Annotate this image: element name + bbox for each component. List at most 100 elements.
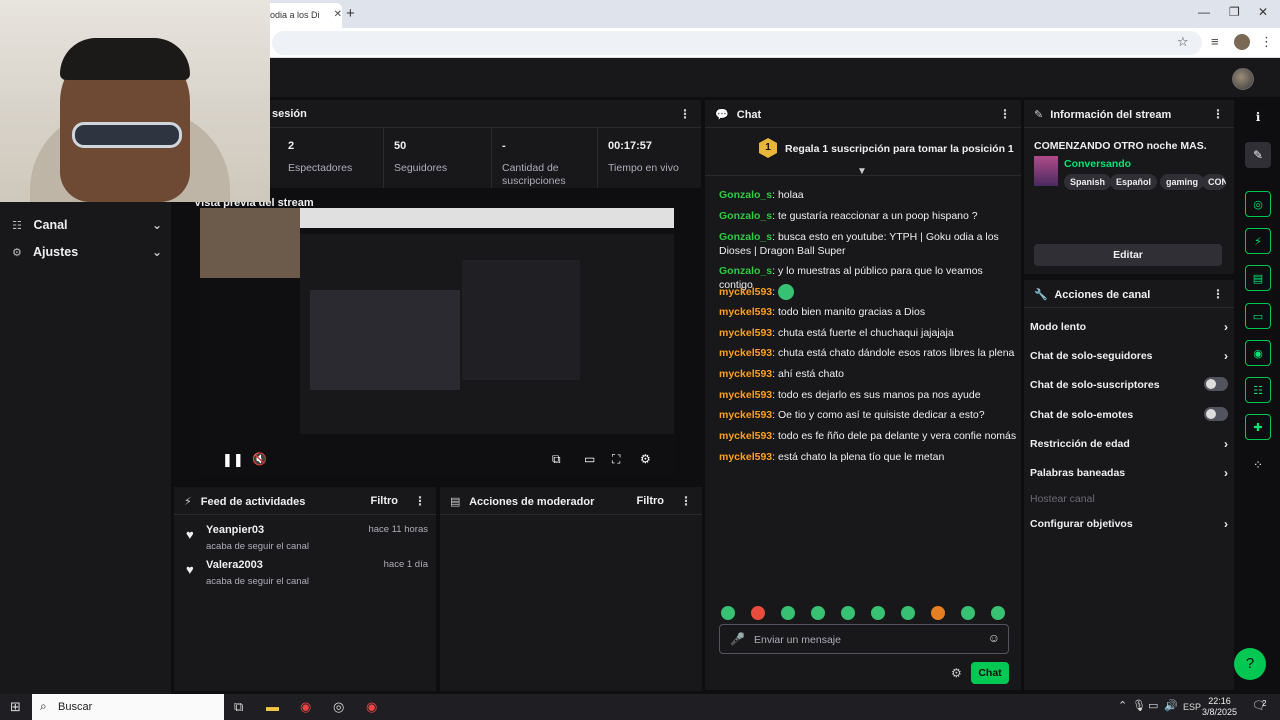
minimize-button[interactable]: — [1198, 5, 1210, 19]
chat-username[interactable]: Gonzalo_s [719, 265, 772, 277]
channel-actions-header: 🔧 Acciones de canal ⋮ [1024, 280, 1234, 308]
chat-username[interactable]: myckel593 [719, 327, 772, 339]
pencil-icon[interactable]: ✎ [1245, 142, 1271, 168]
document-icon[interactable]: ▤ [1245, 265, 1271, 291]
emote-icon[interactable] [781, 606, 795, 620]
stream-preview-video[interactable]: ❚❚ 🔇 ⧉ ▭ ⛶ ⚙ [200, 208, 674, 475]
fullscreen-icon[interactable]: ⛶ [612, 452, 620, 467]
slow-mode-item[interactable]: Modo lento › [1030, 320, 1228, 339]
more-options-icon[interactable]: ⋮ [999, 107, 1011, 121]
chat-settings-icon[interactable]: ⚙ [951, 666, 962, 680]
emote-icon[interactable] [931, 606, 945, 620]
chat-username[interactable]: myckel593 [719, 409, 772, 421]
emote-icon[interactable] [961, 606, 975, 620]
emote-icon[interactable] [991, 606, 1005, 620]
emote-icon[interactable] [721, 606, 735, 620]
send-chat-button[interactable]: Chat [971, 662, 1009, 684]
broadcast-icon[interactable]: ◉ [1245, 340, 1271, 366]
taskbar-search[interactable]: ⌕ Buscar [32, 694, 224, 720]
stream-tag[interactable]: Spanish [1064, 174, 1112, 190]
windows-start-icon[interactable]: ⊞ [10, 699, 21, 715]
chat-username[interactable]: myckel593 [719, 430, 772, 442]
url-field[interactable] [272, 31, 1202, 55]
stream-tag[interactable]: CON [1202, 174, 1226, 190]
chrome-icon[interactable]: ◉ [300, 699, 311, 715]
gift-sub-promo[interactable]: 1 Regala 1 suscripción para tomar la pos… [705, 128, 1021, 177]
pip-icon[interactable]: ⧉ [552, 452, 561, 467]
media-control-icon[interactable]: ≡ [1211, 34, 1219, 49]
chat-username[interactable]: Gonzalo_s [719, 189, 772, 201]
chevron-up-icon[interactable]: ⌃ [1118, 699, 1127, 712]
follower-name[interactable]: Valera2003 [206, 559, 263, 571]
subscribers-only-toggle[interactable] [1204, 377, 1228, 391]
taskbar-clock[interactable]: 22:16 3/8/2025 [1202, 696, 1237, 718]
emote-icon[interactable] [871, 606, 885, 620]
mod-filter-button[interactable]: Filtro [637, 495, 665, 507]
browser-tab[interactable]: odia a los Di ✕ [262, 3, 342, 28]
users-icon[interactable]: ☷ [1245, 377, 1271, 403]
close-window-button[interactable]: ✕ [1258, 5, 1268, 19]
wrench-icon[interactable]: ✚ [1245, 414, 1271, 440]
network-icon[interactable]: ▭ [1148, 699, 1158, 712]
profile-avatar[interactable] [1234, 34, 1250, 50]
maximize-button[interactable]: ❐ [1229, 5, 1240, 19]
task-view-icon[interactable]: ⧉ [234, 699, 243, 715]
new-tab-button[interactable]: + [346, 5, 355, 22]
lightning-icon[interactable]: ⚡ [1245, 228, 1271, 254]
volume-icon[interactable]: 🔊 [1164, 699, 1178, 712]
emotes-only-toggle[interactable] [1204, 407, 1228, 421]
edit-stream-button[interactable]: Editar [1034, 244, 1222, 266]
info-icon[interactable]: ℹ [1245, 104, 1271, 130]
chrome-active-icon[interactable]: ◉ [366, 699, 377, 715]
chat-username[interactable]: myckel593 [719, 389, 772, 401]
more-options-icon[interactable]: ⋮ [680, 494, 692, 508]
help-button[interactable]: ? [1234, 648, 1266, 680]
chat-username[interactable]: myckel593 [719, 347, 772, 359]
follower-name[interactable]: Yeanpier03 [206, 524, 264, 536]
emoji-picker-icon[interactable]: ☺ [988, 631, 1000, 645]
chat-username[interactable]: Gonzalo_s [719, 231, 772, 243]
banned-words-item[interactable]: Palabras baneadas › [1030, 466, 1228, 485]
microphone-icon[interactable]: 🎙 [1132, 699, 1146, 712]
sidebar-item-ajustes[interactable]: ⚙ Ajustes ⌄ [12, 245, 162, 267]
language-indicator[interactable]: ESP [1183, 702, 1201, 712]
close-tab-icon[interactable]: ✕ [334, 9, 342, 20]
user-avatar[interactable] [1232, 68, 1254, 90]
stream-tag[interactable]: gaming [1160, 174, 1205, 190]
bookmark-star-icon[interactable]: ☆ [1177, 34, 1189, 50]
configure-goals-item[interactable]: Configurar objetivos › [1030, 517, 1228, 536]
browser-menu-icon[interactable]: ⋮ [1260, 34, 1273, 50]
more-options-icon[interactable]: ⋮ [1212, 287, 1224, 301]
emote-icon[interactable] [751, 606, 765, 620]
activity-filter-button[interactable]: Filtro [371, 495, 399, 507]
more-options-icon[interactable]: ⋮ [1212, 107, 1224, 121]
chevron-down-icon[interactable]: ▼ [857, 166, 867, 177]
more-options-icon[interactable]: ⋮ [414, 494, 426, 508]
stream-category[interactable]: Conversando [1064, 158, 1131, 170]
chat-username[interactable]: myckel593 [719, 286, 772, 298]
chat-username[interactable]: myckel593 [719, 306, 772, 318]
stream-tag[interactable]: Español [1110, 174, 1158, 190]
chat-username[interactable]: myckel593 [719, 368, 772, 380]
mute-icon[interactable]: 🔇 [252, 452, 267, 466]
theatre-icon[interactable]: ▭ [584, 452, 595, 466]
pause-icon[interactable]: ❚❚ [222, 452, 244, 468]
microphone-icon[interactable]: 🎤 [730, 632, 745, 646]
emote-icon[interactable] [841, 606, 855, 620]
chat-username[interactable]: Gonzalo_s [719, 210, 772, 222]
sidebar-item-canal[interactable]: ☷ Canal ⌄ [12, 218, 162, 240]
chat-bubble-icon[interactable]: ▭ [1245, 303, 1271, 329]
chat-username[interactable]: myckel593 [719, 451, 772, 463]
target-icon[interactable]: ◎ [1245, 191, 1271, 217]
emote-icon[interactable] [901, 606, 915, 620]
obs-icon[interactable]: ◎ [333, 699, 344, 715]
followers-only-item[interactable]: Chat de solo-seguidores › [1030, 349, 1228, 368]
emote-icon[interactable] [811, 606, 825, 620]
age-restriction-item[interactable]: Restricción de edad › [1030, 437, 1228, 456]
file-explorer-icon[interactable]: ▬ [266, 699, 279, 714]
chat-message: myckel593: chuta está fuerte el chuchaqu… [719, 326, 1019, 340]
settings-gear-icon[interactable]: ⚙ [640, 452, 651, 466]
chat-input[interactable]: 🎤 Enviar un mensaje ☺ [719, 624, 1009, 654]
more-options-icon[interactable]: ⋮ [679, 107, 691, 121]
nodes-icon[interactable]: ⁘ [1245, 452, 1271, 478]
